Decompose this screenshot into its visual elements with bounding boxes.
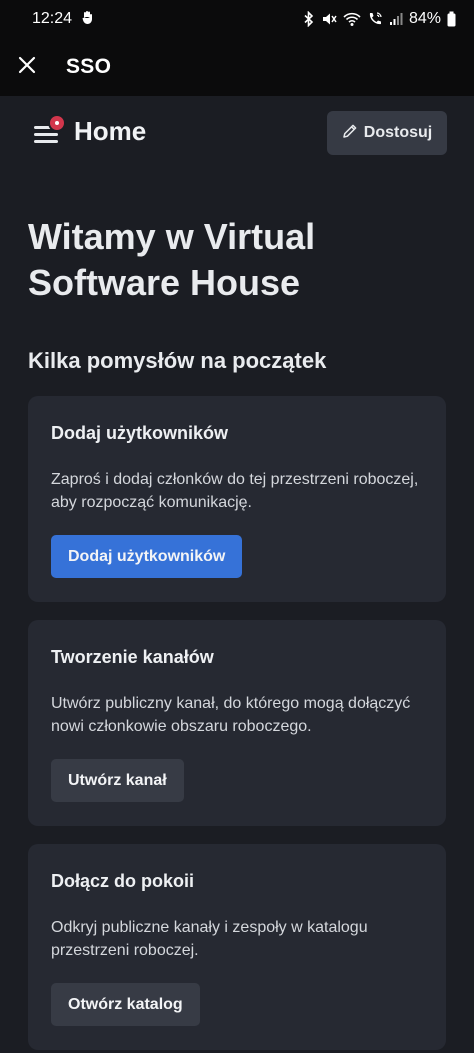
card-title: Tworzenie kanałów [51, 647, 214, 667]
add-users-button[interactable]: Dodaj użytkowników [51, 535, 243, 578]
signal-icon [389, 12, 403, 26]
card-description-line: nowi członkowie obszaru roboczego. [51, 718, 312, 735]
welcome-line-2: Software House [28, 262, 301, 303]
sso-bar: SSO [0, 38, 474, 96]
customize-label: Dostosuj [363, 124, 433, 141]
ideas-title: Kilka pomysłów na początek [28, 348, 327, 373]
pencil-icon [342, 123, 358, 144]
card-description-line: aby rozpocząć komunikację. [51, 494, 252, 511]
close-icon [17, 55, 37, 80]
sso-title: SSO [66, 55, 112, 78]
status-time: 12:24 [32, 10, 73, 27]
card-description-line: Odkryj publiczne kanały i zespoły w kata… [51, 919, 368, 936]
card-description: Zaproś i dodaj członków do tej przestrze… [51, 468, 431, 514]
card-title: Dołącz do pokoii [51, 871, 195, 891]
card-description: Utwórz publiczny kanał, do którego mogą … [51, 692, 431, 738]
welcome-line-1: Witamy w Virtual [28, 216, 316, 257]
page-title: Home [74, 116, 147, 146]
main-content: Home Dostosuj Witamy w Virtual Software … [0, 96, 474, 1053]
create-channel-button[interactable]: Utwórz kanał [51, 759, 184, 802]
card-title: Dodaj użytkowników [51, 423, 229, 443]
close-button[interactable] [0, 38, 54, 96]
notification-badge [48, 114, 66, 132]
mute-icon [321, 11, 337, 27]
app-header: Home Dostosuj [0, 96, 474, 170]
welcome-heading: Witamy w Virtual Software House [28, 214, 448, 306]
bluetooth-icon [303, 11, 315, 27]
card-description-line: przestrzeni roboczej. [51, 942, 199, 959]
card-join-rooms: Dołącz do pokoii Odkryj publiczne kanały… [28, 844, 446, 1050]
battery-icon [447, 11, 456, 27]
wifi-icon [343, 11, 361, 27]
card-add-users: Dodaj użytkowników Zaproś i dodaj członk… [28, 396, 446, 602]
card-description-line: Utwórz publiczny kanał, do którego mogą … [51, 695, 411, 712]
battery-percent: 84% [408, 10, 441, 27]
card-description: Odkryj publiczne kanały i zespoły w kata… [51, 916, 431, 962]
status-bar: 12:24 84% [0, 0, 474, 38]
open-directory-button[interactable]: Otwórz katalog [51, 983, 200, 1026]
menu-button[interactable] [30, 114, 68, 150]
card-create-channels: Tworzenie kanałów Utwórz publiczny kanał… [28, 620, 446, 826]
card-description-line: Zaproś i dodaj członków do tej przestrze… [51, 471, 419, 488]
customize-button[interactable]: Dostosuj [327, 111, 447, 155]
hand-emoji-icon [80, 9, 96, 30]
wifi-calling-icon [367, 11, 383, 27]
